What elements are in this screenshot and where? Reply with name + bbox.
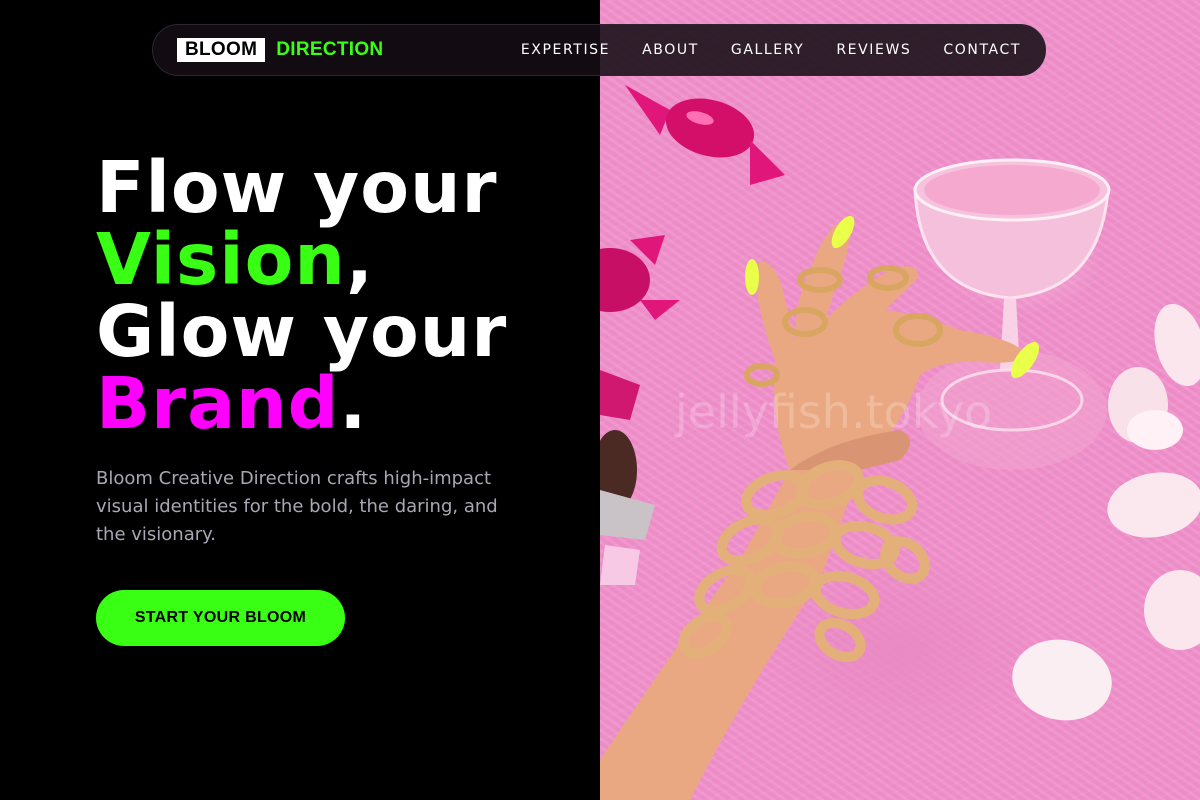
nav-link-expertise[interactable]: EXPERTISE bbox=[521, 42, 610, 58]
headline-highlight-brand: Brand bbox=[96, 362, 340, 445]
hand-photo-illustration: jellyfish.tokyo bbox=[600, 85, 1200, 800]
hero-photo: jellyfish.tokyo bbox=[600, 0, 1200, 800]
nav-link-gallery[interactable]: GALLERY bbox=[731, 42, 804, 58]
nav-menu: EXPERTISE ABOUT GALLERY REVIEWS CONTACT bbox=[489, 25, 1021, 75]
headline-line-3: Glow your bbox=[96, 290, 508, 373]
start-your-bloom-button[interactable]: START YOUR BLOOM bbox=[96, 590, 345, 646]
top-navigation: BLOOM DIRECTION EXPERTISE ABOUT GALLERY … bbox=[152, 24, 1046, 76]
headline-highlight-vision: Vision bbox=[96, 218, 346, 301]
headline-comma: , bbox=[345, 218, 374, 301]
candy-wrapper-low bbox=[600, 370, 640, 420]
brand-logo[interactable]: BLOOM DIRECTION bbox=[177, 38, 383, 62]
headline-period: . bbox=[339, 362, 368, 445]
hero-description: Bloom Creative Direction crafts high-imp… bbox=[96, 468, 498, 545]
nav-link-contact[interactable]: CONTACT bbox=[943, 42, 1021, 58]
candy-wrapper-top bbox=[625, 85, 785, 185]
logo-word-bloom: BLOOM bbox=[177, 38, 266, 62]
hero-headline: Flow your Vision, Glow your Brand. bbox=[96, 152, 507, 440]
logo-word-direction: DIRECTION bbox=[276, 39, 384, 60]
nav-link-about[interactable]: ABOUT bbox=[642, 42, 699, 58]
photo-watermark: jellyfish.tokyo bbox=[674, 385, 992, 439]
chocolate-foil bbox=[600, 430, 655, 585]
candy-wrapper-mid bbox=[600, 235, 680, 320]
nav-link-reviews[interactable]: REVIEWS bbox=[836, 42, 911, 58]
headline-line-1: Flow your bbox=[96, 146, 498, 229]
